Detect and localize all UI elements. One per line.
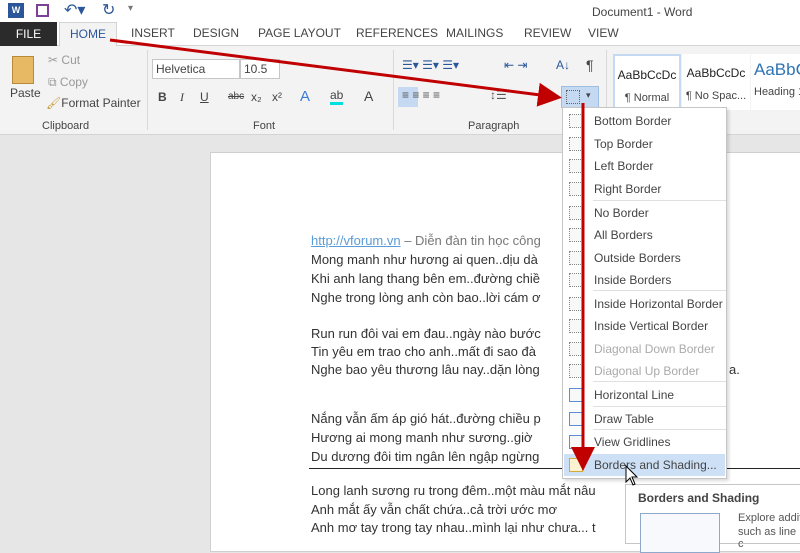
arrow-to-borders-button bbox=[109, 38, 562, 107]
mouse-cursor-icon bbox=[625, 464, 639, 486]
annotation-arrows bbox=[109, 38, 639, 486]
